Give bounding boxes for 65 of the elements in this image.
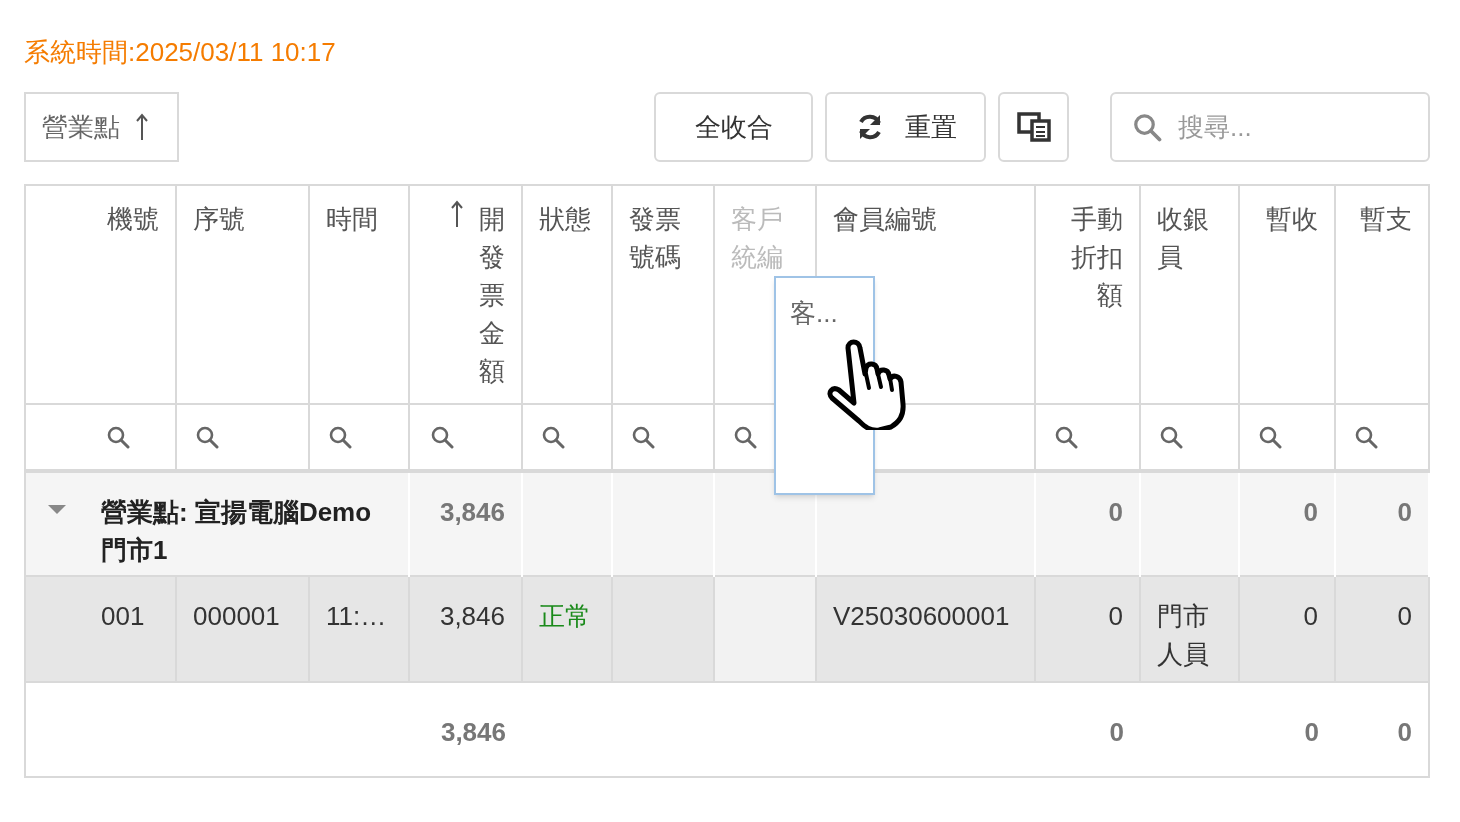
summary-value: 0 xyxy=(1109,717,1124,747)
table-cell: 0 xyxy=(1303,601,1318,631)
search-icon xyxy=(1258,425,1282,449)
status-text: 正常 xyxy=(539,601,591,631)
summary-value: 0 xyxy=(1397,497,1412,527)
filter-button[interactable] xyxy=(430,425,454,449)
search-icon xyxy=(1054,425,1078,449)
sort-arrow-icon xyxy=(451,200,463,228)
table-cell: 11:… xyxy=(326,601,387,631)
summary-value: 0 xyxy=(1397,717,1412,747)
column-header[interactable]: 開發票金額 xyxy=(451,200,505,390)
summary-value: 0 xyxy=(1303,497,1318,527)
column-header[interactable]: 暫收 xyxy=(1266,200,1318,238)
search-icon xyxy=(541,425,565,449)
filter-button[interactable] xyxy=(733,425,757,449)
search-icon xyxy=(1159,425,1183,449)
column-header[interactable]: 暫支 xyxy=(1360,200,1412,238)
filter-button[interactable] xyxy=(1054,425,1078,449)
filter-button[interactable] xyxy=(328,425,352,449)
summary-value: 0 xyxy=(1304,717,1319,747)
filter-button[interactable] xyxy=(195,425,219,449)
filter-button[interactable] xyxy=(1159,425,1183,449)
column-header[interactable]: 時間 xyxy=(326,200,378,238)
system-time: 系統時間:2025/03/11 10:17 xyxy=(24,36,336,69)
table-cell: 門市人員 xyxy=(1157,601,1209,669)
column-header[interactable]: 手動折扣額 xyxy=(1071,200,1123,314)
reset-button[interactable]: 重置 xyxy=(825,92,986,162)
table-cell: 0 xyxy=(1397,601,1412,631)
column-header[interactable]: 收銀員 xyxy=(1157,200,1209,276)
search-icon xyxy=(106,425,130,449)
summary-value: 3,846 xyxy=(440,717,506,747)
column-header[interactable]: 狀態 xyxy=(539,200,591,238)
table-cell: 000001 xyxy=(193,601,280,631)
filter-button[interactable] xyxy=(631,425,655,449)
search-icon xyxy=(1354,425,1378,449)
table-cell: 0 xyxy=(1108,601,1123,631)
column-header[interactable]: 序號 xyxy=(193,200,245,238)
filter-button[interactable] xyxy=(1354,425,1378,449)
search-icon xyxy=(195,425,219,449)
filter-button[interactable] xyxy=(541,425,565,449)
table-cell: 001 xyxy=(101,601,145,631)
search-field[interactable]: 搜尋... xyxy=(1110,92,1430,162)
collapse-all-button[interactable]: 全收合 xyxy=(654,92,813,162)
search-icon xyxy=(631,425,655,449)
column-header[interactable]: 機號 xyxy=(107,200,159,238)
filter-button[interactable] xyxy=(1258,425,1282,449)
columns-icon xyxy=(1016,112,1051,142)
search-icon xyxy=(733,425,757,449)
search-icon xyxy=(1132,112,1162,142)
summary-value: 0 xyxy=(1108,497,1123,527)
column-header[interactable]: 會員編號 xyxy=(833,200,937,238)
table-cell: 3,846 xyxy=(439,601,505,631)
table-cell: V25030600001 xyxy=(833,601,1010,631)
column-header[interactable]: 發票號碼 xyxy=(629,200,681,276)
search-icon xyxy=(430,425,454,449)
group-label: 營業點: 宣揚電腦Demo 門市1 xyxy=(101,496,373,567)
sort-arrow-icon xyxy=(136,113,148,141)
search-input[interactable]: 搜尋... xyxy=(1178,107,1408,147)
group-by-chip[interactable]: 營業點 xyxy=(24,92,179,162)
expand-caret-icon[interactable] xyxy=(48,503,66,515)
summary-value: 3,846 xyxy=(439,497,505,527)
drag-ghost-label: 客... xyxy=(790,298,838,328)
search-icon xyxy=(328,425,352,449)
filter-button[interactable] xyxy=(106,425,130,449)
column-chooser-button[interactable] xyxy=(998,92,1069,162)
